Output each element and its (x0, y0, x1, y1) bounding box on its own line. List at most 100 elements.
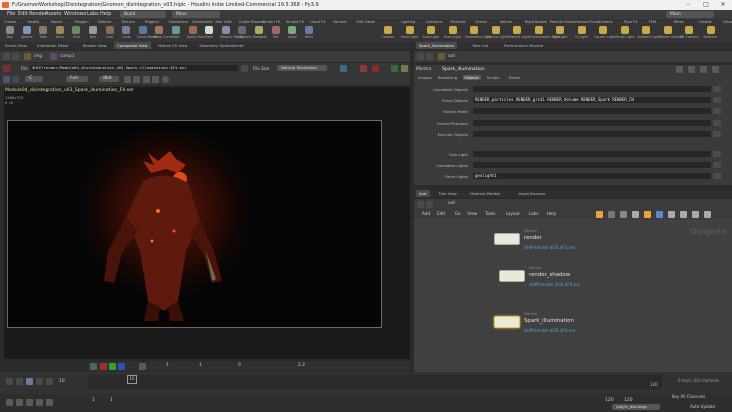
shelf-tab[interactable]: Edit Cable (357, 20, 375, 24)
grid-icon[interactable] (401, 65, 408, 72)
net-tool-icon[interactable] (644, 211, 651, 218)
shelf-tab[interactable]: Volume (333, 20, 346, 24)
net-menu-item[interactable]: View (467, 211, 477, 216)
home-icon[interactable] (143, 76, 150, 83)
shelf-tool[interactable]: Helix (303, 26, 315, 39)
audio-icon[interactable] (46, 399, 53, 406)
shelf-light-tool[interactable]: Portal Light (616, 26, 634, 39)
param-tab[interactable]: Driver (507, 75, 523, 80)
keyframe-icon[interactable] (16, 399, 23, 406)
shelf-tool[interactable]: Torus (54, 26, 66, 39)
param-field[interactable] (473, 108, 711, 114)
key-all-label[interactable]: Key All Channels (672, 394, 705, 399)
param-field[interactable]: RENDER_particles RENDER_grid1 RENDER_Vol… (473, 97, 711, 103)
pane-tab[interactable]: Material Palette (467, 190, 503, 197)
param-field[interactable] (473, 151, 711, 157)
shelf-tab[interactable]: Cloud FX (310, 20, 326, 24)
shelf-tab[interactable]: Deform (98, 20, 111, 24)
back-arrow-icon[interactable] (417, 201, 424, 208)
param-field[interactable] (473, 86, 711, 92)
shelf-tab[interactable]: Vellum (500, 20, 512, 24)
shelf-tool[interactable]: Spray Paint (187, 26, 205, 39)
shelf-tab[interactable]: Particle Fluids (550, 20, 575, 24)
net-menu-item[interactable]: Layout (506, 211, 520, 216)
param-field[interactable] (473, 120, 711, 126)
shelf-tab[interactable]: Collisions (426, 20, 443, 24)
param-tab[interactable]: Objects (462, 75, 481, 80)
pane-tab[interactable]: Performance Monitor (501, 42, 547, 49)
menu-assets[interactable]: Assets (45, 11, 61, 17)
select-objects-button[interactable] (713, 120, 721, 126)
shelf-light-tool[interactable]: Environment Light (530, 26, 560, 39)
shelf-light-tool[interactable]: Volume Light (487, 26, 508, 39)
network-selector[interactable]: Main (172, 11, 220, 18)
info-icon[interactable] (162, 76, 169, 83)
step-back-icon[interactable] (16, 378, 23, 385)
shelf-tab[interactable]: Crowds (698, 20, 711, 24)
shelf-tab[interactable]: Lighting (401, 20, 416, 24)
shelf-tool[interactable]: Metaball (253, 26, 267, 39)
snapshot-icon[interactable] (340, 65, 347, 72)
resolution-dropdown[interactable]: Natural Resolution (277, 65, 327, 71)
shelf-tab[interactable]: Particles (450, 20, 465, 24)
net-tool-icon[interactable] (656, 211, 663, 218)
green-channel-icon[interactable] (109, 363, 116, 370)
render-icon[interactable] (3, 65, 10, 72)
net-tool-icon[interactable] (680, 211, 687, 218)
range-end-2[interactable]: 120 (624, 398, 633, 403)
shelf-tool[interactable]: Path (170, 26, 182, 39)
play-icon[interactable] (36, 378, 43, 385)
shelf-tab[interactable]: Simple FX (286, 20, 304, 24)
pane-tab[interactable]: Tree View (436, 190, 460, 197)
value-field[interactable]: 0 (238, 363, 241, 368)
pane-tab[interactable]: Animation Editor (34, 42, 72, 49)
gear-icon[interactable] (676, 66, 683, 73)
shelf-light-tool[interactable]: GI Light (573, 26, 591, 39)
lut-icon[interactable] (139, 363, 146, 370)
go-end-icon[interactable] (46, 378, 53, 385)
shelf-tool[interactable]: Line (104, 26, 116, 39)
select-objects-button[interactable] (713, 151, 721, 157)
menu-windows[interactable]: Windows (64, 11, 86, 17)
shelf-tab[interactable]: Create (4, 20, 16, 24)
color-swatch-icon[interactable] (90, 363, 97, 370)
close-button[interactable]: ✕ (714, 0, 732, 10)
minimize-button[interactable]: – (679, 0, 697, 10)
net-menu-item[interactable]: Go (455, 211, 461, 216)
shelf-light-tool[interactable]: VR Camera (680, 26, 699, 39)
param-tab[interactable]: Rendering (436, 75, 459, 80)
stop-icon[interactable] (372, 65, 379, 72)
shelf-tab[interactable]: FEM (649, 20, 656, 24)
net-menu-item[interactable]: Help (547, 211, 557, 216)
pan-icon[interactable] (152, 76, 159, 83)
shelf-tab[interactable]: Rigid Bodies (525, 20, 547, 24)
zoom-field[interactable]: 2.2 (298, 363, 305, 368)
display-icon[interactable] (3, 76, 10, 83)
pane-tab[interactable]: Spark_illumination (416, 42, 458, 49)
frame-marker[interactable]: 10 (127, 375, 137, 384)
shelf-tool[interactable]: Font (203, 26, 215, 39)
pane-tab[interactable]: Geometry Spreadsheet (197, 42, 247, 49)
scope-icon[interactable] (36, 399, 43, 406)
desktop-selector[interactable]: Build (120, 11, 166, 18)
shelf-light-tool[interactable]: Caustic Light (594, 26, 615, 39)
net-tool-icon[interactable] (596, 211, 603, 218)
file-browse-icon[interactable] (241, 65, 248, 72)
shelf-tab[interactable]: Model (51, 20, 62, 24)
layout-icon[interactable] (391, 65, 398, 72)
range-end[interactable]: 120 (605, 398, 614, 403)
menu-edit[interactable]: Edit (18, 11, 28, 17)
maximize-button[interactable]: □ (697, 0, 715, 10)
path-img[interactable]: img (34, 54, 42, 59)
red-channel-icon[interactable] (100, 363, 107, 370)
shelf-light-tool[interactable]: Ambient Light (637, 26, 660, 39)
range-start[interactable]: 1 (92, 398, 95, 403)
node-name[interactable]: Spark_illumination (442, 67, 485, 72)
shelf-tab[interactable]: Rigging (145, 20, 159, 24)
net-tool-icon[interactable] (668, 211, 675, 218)
menu-labs[interactable]: Labs (87, 11, 99, 17)
range-start-2[interactable]: 1 (110, 398, 113, 403)
pane-tab[interactable]: Scene View (2, 42, 30, 49)
menu-help[interactable]: Help (100, 11, 111, 17)
select-objects-button[interactable] (713, 162, 721, 168)
